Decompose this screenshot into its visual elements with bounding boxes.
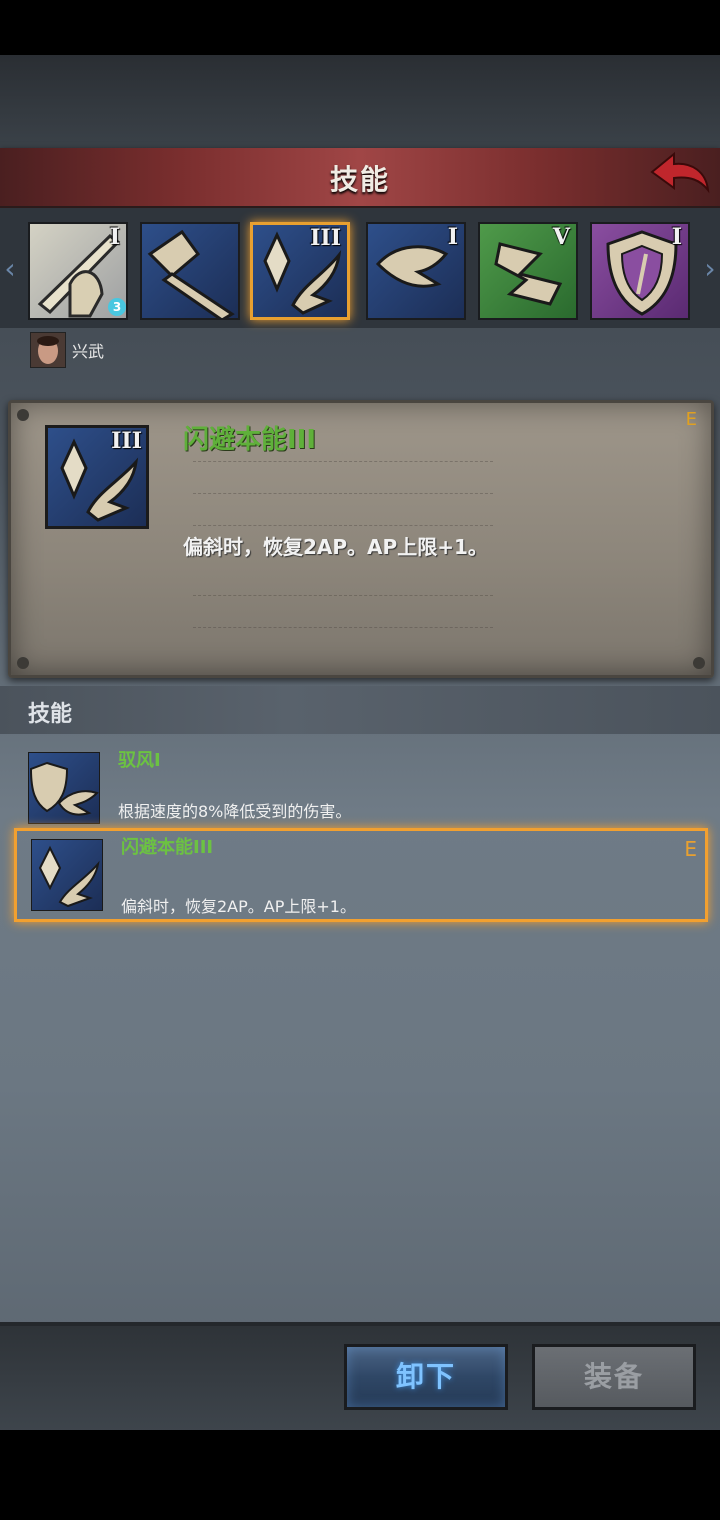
- divider: [193, 627, 493, 628]
- skill-slot-2[interactable]: [140, 222, 240, 320]
- hammer-strike-icon: [147, 229, 235, 318]
- divider: [193, 493, 493, 494]
- divider: [193, 525, 493, 526]
- skill-slot-1[interactable]: I 3: [28, 222, 128, 320]
- character-name: 兴武: [72, 342, 105, 361]
- divider: [193, 461, 493, 462]
- avatar: [30, 332, 66, 368]
- slot-rank: I: [447, 224, 458, 250]
- scroll-right-icon[interactable]: ›: [702, 252, 718, 286]
- slot-rank: V: [552, 224, 570, 250]
- detail-skill-name: 闪避本能III: [183, 425, 317, 455]
- slot-badge: 3: [108, 298, 126, 316]
- list-item-name: 驭风I: [118, 750, 161, 771]
- rivet: [693, 657, 705, 669]
- list-item-icon: [31, 839, 103, 911]
- detail-grade: E: [685, 409, 697, 430]
- skill-detail-panel: III 闪避本能III E 偏斜时，恢复2AP。AP上限+1。: [8, 400, 714, 678]
- page-title: 技能: [329, 163, 390, 196]
- section-header: 技能: [0, 686, 720, 734]
- shield-wind-icon: [29, 761, 99, 816]
- skill-slot-4[interactable]: I: [366, 222, 466, 320]
- detail-rank: III: [111, 428, 142, 454]
- header-bar: 技能: [0, 148, 720, 209]
- top-band: [0, 55, 720, 150]
- equip-button[interactable]: 装备: [532, 1344, 696, 1410]
- skill-slot-3[interactable]: III: [250, 222, 350, 320]
- crystal-dodge-icon: [38, 845, 100, 908]
- detail-description: 偏斜时，恢复2AP。AP上限+1。: [183, 535, 488, 559]
- skill-slot-5[interactable]: V: [478, 222, 578, 320]
- list-item[interactable]: 驭风I 根据速度的8%降低受到的伤害。: [14, 742, 708, 830]
- slot-rank: III: [310, 225, 341, 251]
- list-item-grade: E: [684, 837, 697, 861]
- list-item[interactable]: 闪避本能III E 偏斜时，恢复2AP。AP上限+1。: [14, 828, 708, 922]
- back-arrow-icon[interactable]: [648, 150, 712, 202]
- detail-skill-icon: III: [45, 425, 149, 529]
- character-row[interactable]: 兴武: [30, 332, 104, 368]
- list-item-description: 根据速度的8%降低受到的伤害。: [118, 802, 352, 821]
- unequip-button[interactable]: 卸下: [344, 1344, 508, 1410]
- bottom-letterbox: [0, 1430, 720, 1520]
- slot-rank: I: [671, 224, 682, 250]
- list-item-description: 偏斜时，恢复2AP。AP上限+1。: [121, 897, 356, 916]
- skill-slot-6[interactable]: I: [590, 222, 690, 320]
- section-title: 技能: [28, 702, 73, 727]
- divider: [193, 595, 493, 596]
- scroll-left-icon[interactable]: ‹: [2, 252, 18, 286]
- rivet: [17, 409, 29, 421]
- list-item-name: 闪避本能III: [121, 837, 214, 858]
- list-item-icon: [28, 752, 100, 824]
- rivet: [17, 657, 29, 669]
- slot-rank: I: [109, 224, 120, 250]
